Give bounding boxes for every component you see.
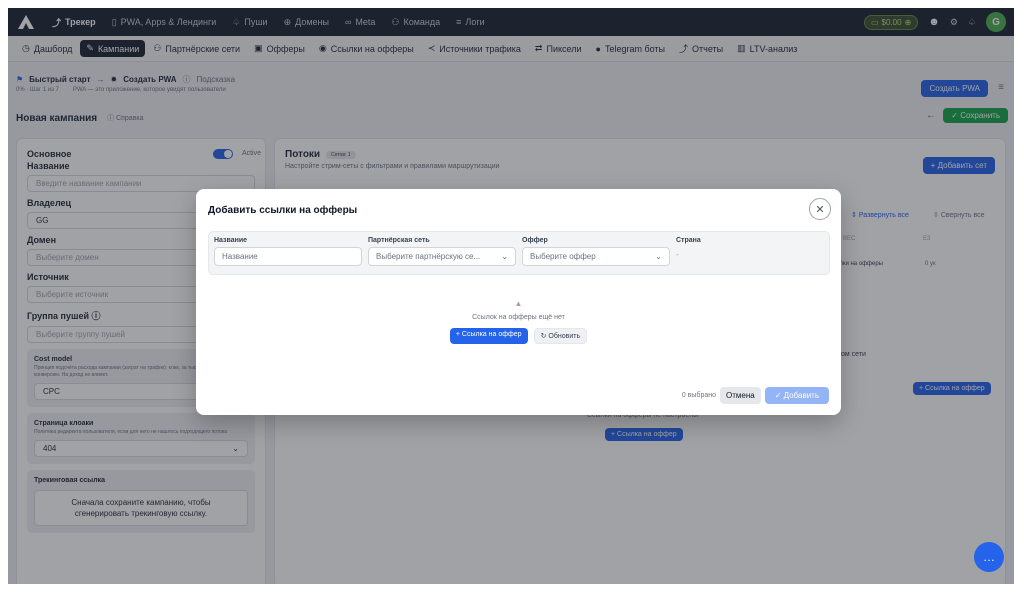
modal-footer: 0 выбрано Отмена ✓ Добавить [682, 387, 829, 404]
country-filter-value[interactable]: - [676, 250, 824, 259]
empty-state: ▲ Ссылок на офферы ещё нет + Ссылка на о… [196, 299, 841, 344]
offer-filter-select[interactable]: Выберите оффер ⌄ [522, 247, 670, 266]
add-offer-links-modal: Добавить ссылки на офферы ✕ Название Наз… [196, 189, 841, 415]
add-button[interactable]: ✓ Добавить [764, 387, 829, 404]
add-offer-link-button[interactable]: + Ссылка на оффер [449, 328, 528, 344]
name-filter-input[interactable]: Название [214, 247, 362, 266]
cancel-button[interactable]: Отмена [720, 387, 761, 404]
refresh-icon: ↻ [540, 333, 547, 340]
filters-row: Название Название Партнёрская сеть Выбер… [208, 231, 830, 275]
selected-count: 0 выбрано [681, 392, 716, 399]
chevron-down-icon: ⌄ [655, 252, 662, 261]
country-filter-label: Страна [676, 237, 701, 244]
close-icon[interactable]: ✕ [809, 198, 831, 220]
network-filter-select[interactable]: Выберите партнёрскую се... ⌄ [368, 247, 516, 266]
empty-text: Ссылок на офферы ещё нет [472, 314, 565, 321]
modal-title: Добавить ссылки на офферы [208, 205, 358, 216]
refresh-button[interactable]: ↻ Обновить [533, 328, 588, 344]
name-filter-label: Название [214, 237, 248, 244]
warning-icon: ▲ [514, 299, 523, 308]
network-filter-label: Партнёрская сеть [368, 237, 430, 244]
chevron-down-icon: ⌄ [501, 252, 508, 261]
app-window: ⤴ Трекер ▯ PWA, Apps & Лендинги ♤ Пуши ⊕ Дом… [8, 8, 1014, 584]
chat-icon[interactable]: … [974, 542, 1004, 572]
offer-filter-label: Оффер [522, 237, 548, 244]
